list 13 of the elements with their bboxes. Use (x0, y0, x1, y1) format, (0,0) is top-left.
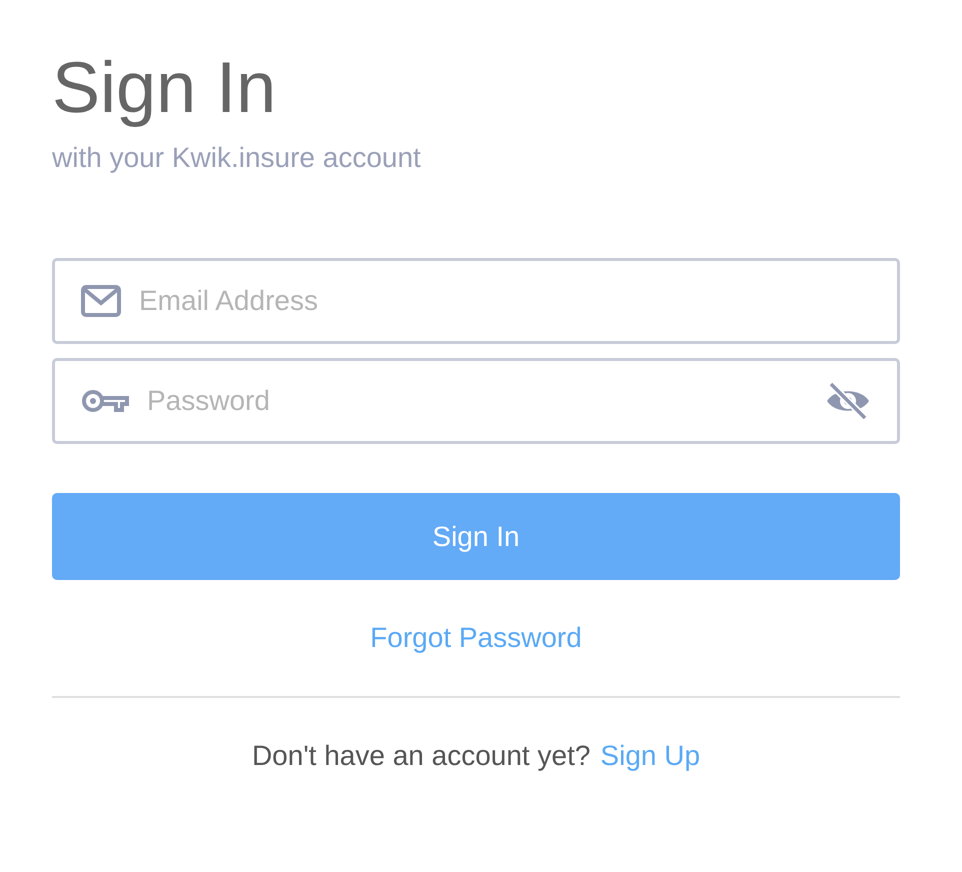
sign-up-link[interactable]: Sign Up (600, 740, 700, 772)
password-input[interactable]: Password (147, 385, 815, 417)
sign-in-button[interactable]: Sign In (52, 493, 900, 580)
forgot-password-link[interactable]: Forgot Password (370, 622, 582, 654)
page-subtitle: with your Kwik.insure account (52, 141, 422, 175)
signup-prompt: Don't have an account yet? (252, 740, 590, 772)
email-input[interactable]: Email Address (139, 285, 871, 317)
eye-slash-icon[interactable] (825, 382, 871, 420)
password-field[interactable]: Password (52, 358, 900, 444)
email-field[interactable]: Email Address (52, 258, 900, 344)
key-icon (81, 388, 129, 414)
page-title: Sign In (52, 47, 278, 130)
envelope-icon (81, 285, 121, 317)
